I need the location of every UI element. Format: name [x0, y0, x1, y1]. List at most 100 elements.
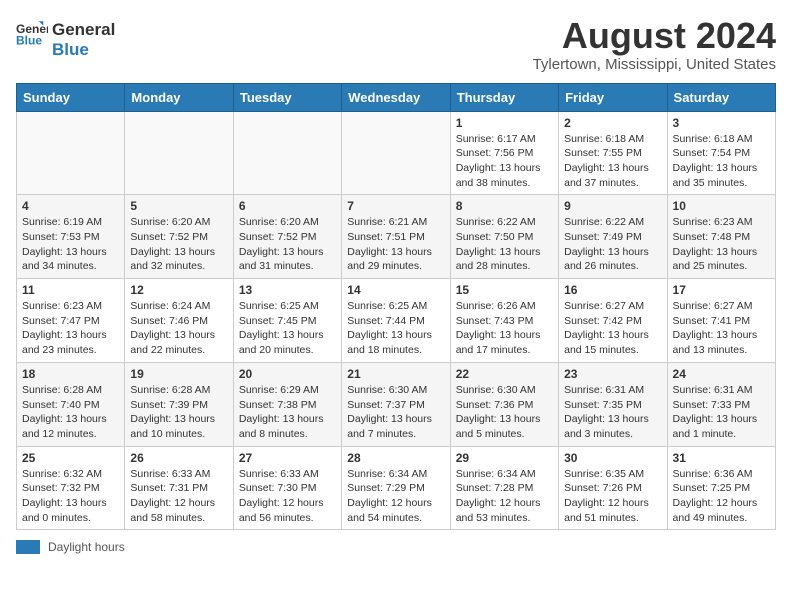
calendar-cell: 24 Sunrise: 6:31 AM Sunset: 7:33 PM Dayli… [667, 362, 775, 446]
logo-general: General [52, 20, 115, 40]
calendar-header: SundayMondayTuesdayWednesdayThursdayFrid… [17, 83, 776, 111]
day-number: 27 [239, 451, 336, 465]
day-number: 9 [564, 199, 661, 213]
calendar-cell: 3Sunrise: 6:18 AM Sunset: 7:54 PM Daylig… [667, 111, 775, 195]
calendar-cell [17, 111, 125, 195]
page-header: General Blue General Blue August 2024 Ty… [16, 16, 776, 73]
calendar-cell: 12 Sunrise: 6:24 AM Sunset: 7:46 PM Dayli… [125, 279, 233, 363]
header-day-saturday: Saturday [667, 83, 775, 111]
header-day-tuesday: Tuesday [233, 83, 341, 111]
day-info: Sunrise: 6:31 AM Sunset: 7:35 PM Dayligh… [564, 383, 661, 442]
day-info: Sunrise: 6:26 AM Sunset: 7:43 PM Dayligh… [456, 299, 553, 358]
day-info: Sunrise: 6:28 AM Sunset: 7:40 PM Dayligh… [22, 383, 119, 442]
month-title: August 2024 [533, 16, 776, 56]
calendar-cell: 26 Sunrise: 6:33 AM Sunset: 7:31 PM Dayli… [125, 446, 233, 530]
day-number: 7 [347, 199, 444, 213]
calendar-cell: 1 Sunrise: 6:17 AM Sunset: 7:56 PM Daylig… [450, 111, 558, 195]
day-info: Sunrise: 6:25 AM Sunset: 7:45 PM Dayligh… [239, 299, 336, 358]
day-info: Sunrise: 6:22 AM Sunset: 7:49 PM Dayligh… [564, 215, 661, 274]
day-info: Sunrise: 6:34 AM Sunset: 7:28 PM Dayligh… [456, 467, 553, 526]
day-info: Sunrise: 6:34 AM Sunset: 7:29 PM Dayligh… [347, 467, 444, 526]
location-title: Tylertown, Mississippi, United States [533, 56, 776, 73]
day-info: Sunrise: 6:24 AM Sunset: 7:46 PM Dayligh… [130, 299, 227, 358]
day-number: 12 [130, 283, 227, 297]
calendar-cell: 7 Sunrise: 6:21 AM Sunset: 7:51 PM Daylig… [342, 195, 450, 279]
calendar-cell: 4Sunrise: 6:19 AM Sunset: 7:53 PM Daylig… [17, 195, 125, 279]
day-info: Sunrise: 6:29 AM Sunset: 7:38 PM Dayligh… [239, 383, 336, 442]
calendar-table: SundayMondayTuesdayWednesdayThursdayFrid… [16, 83, 776, 531]
calendar-cell: 25 Sunrise: 6:32 AM Sunset: 7:32 PM Dayli… [17, 446, 125, 530]
day-info: Sunrise: 6:21 AM Sunset: 7:51 PM Dayligh… [347, 215, 444, 274]
day-number: 18 [22, 367, 119, 381]
title-block: August 2024 Tylertown, Mississippi, Unit… [533, 16, 776, 73]
day-info: Sunrise: 6:20 AM Sunset: 7:52 PM Dayligh… [239, 215, 336, 274]
calendar-week-5: 25 Sunrise: 6:32 AM Sunset: 7:32 PM Dayli… [17, 446, 776, 530]
daylight-label: Daylight hours [48, 540, 125, 554]
day-number: 5 [130, 199, 227, 213]
calendar-cell: 21 Sunrise: 6:30 AM Sunset: 7:37 PM Dayli… [342, 362, 450, 446]
day-number: 26 [130, 451, 227, 465]
logo-blue: Blue [52, 40, 115, 60]
calendar-cell [233, 111, 341, 195]
calendar-cell [342, 111, 450, 195]
calendar-cell: 6 Sunrise: 6:20 AM Sunset: 7:52 PM Daylig… [233, 195, 341, 279]
day-info: Sunrise: 6:32 AM Sunset: 7:32 PM Dayligh… [22, 467, 119, 526]
calendar-cell: 11Sunrise: 6:23 AM Sunset: 7:47 PM Dayli… [17, 279, 125, 363]
calendar-cell: 20Sunrise: 6:29 AM Sunset: 7:38 PM Dayli… [233, 362, 341, 446]
day-number: 4 [22, 199, 119, 213]
day-number: 31 [673, 451, 770, 465]
day-number: 13 [239, 283, 336, 297]
day-info: Sunrise: 6:35 AM Sunset: 7:26 PM Dayligh… [564, 467, 661, 526]
day-info: Sunrise: 6:33 AM Sunset: 7:31 PM Dayligh… [130, 467, 227, 526]
calendar-week-3: 11Sunrise: 6:23 AM Sunset: 7:47 PM Dayli… [17, 279, 776, 363]
day-number: 28 [347, 451, 444, 465]
day-info: Sunrise: 6:17 AM Sunset: 7:56 PM Dayligh… [456, 132, 553, 191]
calendar-cell: 31 Sunrise: 6:36 AM Sunset: 7:25 PM Dayli… [667, 446, 775, 530]
day-number: 8 [456, 199, 553, 213]
day-number: 16 [564, 283, 661, 297]
logo-icon: General Blue [16, 20, 48, 48]
day-info: Sunrise: 6:25 AM Sunset: 7:44 PM Dayligh… [347, 299, 444, 358]
calendar-cell: 17Sunrise: 6:27 AM Sunset: 7:41 PM Dayli… [667, 279, 775, 363]
calendar-cell: 23 Sunrise: 6:31 AM Sunset: 7:35 PM Dayli… [559, 362, 667, 446]
calendar-cell: 27Sunrise: 6:33 AM Sunset: 7:30 PM Dayli… [233, 446, 341, 530]
calendar-body: 1 Sunrise: 6:17 AM Sunset: 7:56 PM Daylig… [17, 111, 776, 530]
calendar-cell: 18 Sunrise: 6:28 AM Sunset: 7:40 PM Dayli… [17, 362, 125, 446]
calendar-week-4: 18 Sunrise: 6:28 AM Sunset: 7:40 PM Dayli… [17, 362, 776, 446]
day-info: Sunrise: 6:30 AM Sunset: 7:37 PM Dayligh… [347, 383, 444, 442]
day-number: 10 [673, 199, 770, 213]
day-number: 15 [456, 283, 553, 297]
day-number: 24 [673, 367, 770, 381]
day-info: Sunrise: 6:27 AM Sunset: 7:42 PM Dayligh… [564, 299, 661, 358]
day-info: Sunrise: 6:27 AM Sunset: 7:41 PM Dayligh… [673, 299, 770, 358]
calendar-cell: 19 Sunrise: 6:28 AM Sunset: 7:39 PM Dayli… [125, 362, 233, 446]
day-number: 19 [130, 367, 227, 381]
day-info: Sunrise: 6:36 AM Sunset: 7:25 PM Dayligh… [673, 467, 770, 526]
day-info: Sunrise: 6:20 AM Sunset: 7:52 PM Dayligh… [130, 215, 227, 274]
day-info: Sunrise: 6:23 AM Sunset: 7:47 PM Dayligh… [22, 299, 119, 358]
day-number: 23 [564, 367, 661, 381]
day-number: 6 [239, 199, 336, 213]
header-day-friday: Friday [559, 83, 667, 111]
day-number: 29 [456, 451, 553, 465]
calendar-cell: 16 Sunrise: 6:27 AM Sunset: 7:42 PM Dayli… [559, 279, 667, 363]
header-day-thursday: Thursday [450, 83, 558, 111]
day-info: Sunrise: 6:23 AM Sunset: 7:48 PM Dayligh… [673, 215, 770, 274]
calendar-cell: 22Sunrise: 6:30 AM Sunset: 7:36 PM Dayli… [450, 362, 558, 446]
day-info: Sunrise: 6:28 AM Sunset: 7:39 PM Dayligh… [130, 383, 227, 442]
calendar-cell: 9 Sunrise: 6:22 AM Sunset: 7:49 PM Daylig… [559, 195, 667, 279]
day-info: Sunrise: 6:22 AM Sunset: 7:50 PM Dayligh… [456, 215, 553, 274]
day-number: 2 [564, 116, 661, 130]
day-number: 1 [456, 116, 553, 130]
calendar-cell: 8 Sunrise: 6:22 AM Sunset: 7:50 PM Daylig… [450, 195, 558, 279]
header-day-sunday: Sunday [17, 83, 125, 111]
day-number: 25 [22, 451, 119, 465]
day-number: 14 [347, 283, 444, 297]
calendar-cell: 15 Sunrise: 6:26 AM Sunset: 7:43 PM Dayli… [450, 279, 558, 363]
day-number: 21 [347, 367, 444, 381]
header-day-wednesday: Wednesday [342, 83, 450, 111]
day-number: 22 [456, 367, 553, 381]
calendar-cell: 14 Sunrise: 6:25 AM Sunset: 7:44 PM Dayli… [342, 279, 450, 363]
day-info: Sunrise: 6:31 AM Sunset: 7:33 PM Dayligh… [673, 383, 770, 442]
calendar-cell: 13 Sunrise: 6:25 AM Sunset: 7:45 PM Dayli… [233, 279, 341, 363]
